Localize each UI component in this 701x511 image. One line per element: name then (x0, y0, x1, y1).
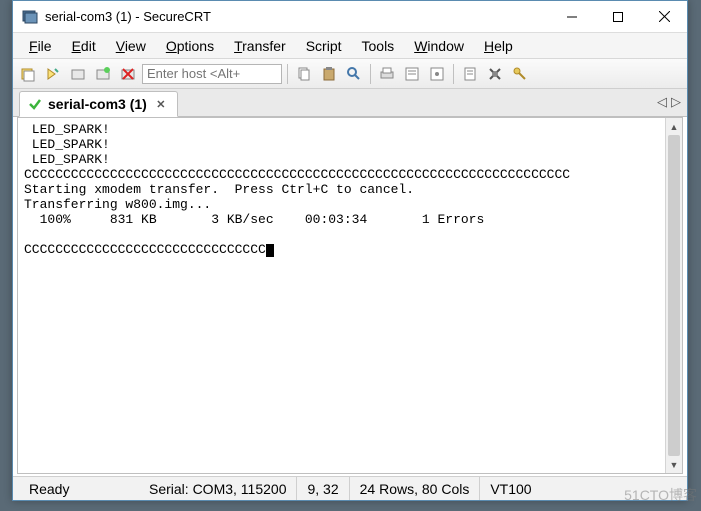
app-icon (21, 8, 39, 26)
title-text: serial-com3 (1) - SecureCRT (45, 9, 549, 24)
maximize-button[interactable] (595, 2, 641, 32)
window-buttons (549, 2, 687, 32)
toolbar-separator (453, 64, 454, 84)
tab-label: serial-com3 (1) (48, 96, 147, 112)
connect-tab-icon[interactable] (92, 63, 114, 85)
print-icon[interactable] (376, 63, 398, 85)
menu-view[interactable]: View (106, 36, 156, 56)
quick-connect-icon[interactable] (42, 63, 64, 85)
menu-help[interactable]: Help (474, 36, 523, 56)
status-ready: Ready (19, 477, 99, 500)
statusbar: Ready Serial: COM3, 115200 9, 32 24 Rows… (13, 476, 687, 500)
terminal-output[interactable]: LED_SPARK! LED_SPARK! LED_SPARK! CCCCCCC… (18, 118, 665, 473)
disconnect-icon[interactable] (117, 63, 139, 85)
session-options-icon[interactable] (426, 63, 448, 85)
vertical-scrollbar[interactable]: ▲ ▼ (665, 118, 682, 473)
menu-transfer[interactable]: Transfer (224, 36, 296, 56)
scroll-track[interactable] (666, 135, 682, 456)
properties-icon[interactable] (401, 63, 423, 85)
settings-icon[interactable] (484, 63, 506, 85)
paste-icon[interactable] (318, 63, 340, 85)
tab-next-arrow[interactable]: ▷ (671, 94, 681, 110)
status-serial: Serial: COM3, 115200 (139, 477, 297, 500)
tab-prev-arrow[interactable]: ◁ (657, 94, 667, 110)
toolbar-separator (287, 64, 288, 84)
minimize-button[interactable] (549, 2, 595, 32)
scroll-thumb[interactable] (668, 135, 680, 456)
tab-close-button[interactable]: ✕ (153, 96, 169, 112)
close-button[interactable] (641, 2, 687, 32)
menu-file[interactable]: File (19, 36, 62, 56)
tab-serial-com3[interactable]: serial-com3 (1) ✕ (19, 91, 178, 117)
menubar: File Edit View Options Transfer Script T… (13, 33, 687, 59)
status-cursor: 9, 32 (297, 477, 349, 500)
status-size: 24 Rows, 80 Cols (350, 477, 481, 500)
status-emulation: VT100 (480, 477, 541, 500)
terminal-cursor (266, 244, 274, 257)
toolbar-separator (370, 64, 371, 84)
terminal-area: LED_SPARK! LED_SPARK! LED_SPARK! CCCCCCC… (17, 117, 683, 474)
menu-options[interactable]: Options (156, 36, 224, 56)
titlebar: serial-com3 (1) - SecureCRT (13, 1, 687, 33)
scroll-up-arrow[interactable]: ▲ (666, 118, 682, 135)
check-icon (28, 97, 42, 111)
tabbar: serial-com3 (1) ✕ ◁ ▷ (13, 89, 687, 117)
menu-window[interactable]: Window (404, 36, 474, 56)
log-icon[interactable] (459, 63, 481, 85)
menu-script[interactable]: Script (296, 36, 352, 56)
menu-tools[interactable]: Tools (352, 36, 405, 56)
find-icon[interactable] (343, 63, 365, 85)
toolbar (13, 59, 687, 89)
connect-icon[interactable] (17, 63, 39, 85)
reconnect-icon[interactable] (67, 63, 89, 85)
scroll-down-arrow[interactable]: ▼ (666, 456, 682, 473)
menu-edit[interactable]: Edit (62, 36, 106, 56)
key-icon[interactable] (509, 63, 531, 85)
copy-icon[interactable] (293, 63, 315, 85)
app-window: serial-com3 (1) - SecureCRT File Edit Vi… (12, 0, 688, 501)
tab-nav-arrows: ◁ ▷ (657, 94, 681, 110)
host-input[interactable] (142, 64, 282, 84)
